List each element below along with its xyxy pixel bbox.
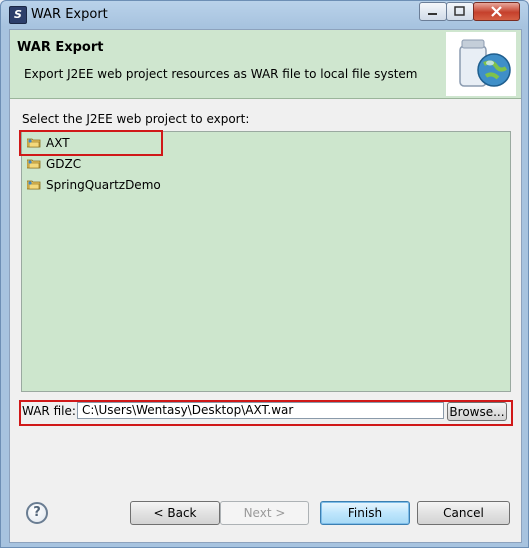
- minimize-icon: [428, 13, 437, 15]
- help-icon[interactable]: ?: [26, 502, 48, 524]
- project-select-label: Select the J2EE web project to export:: [22, 112, 250, 126]
- close-icon: [491, 6, 502, 17]
- banner-title: WAR Export: [17, 40, 104, 55]
- war-export-window: S WAR Export WAR Export Export J2EE web …: [0, 0, 529, 548]
- back-button[interactable]: < Back: [130, 501, 220, 525]
- window-title: WAR Export: [31, 7, 108, 22]
- eclipse-app-icon: S: [9, 6, 27, 24]
- tree-item-label: SpringQuartzDemo: [46, 178, 161, 192]
- next-button[interactable]: Next >: [220, 501, 309, 525]
- close-button[interactable]: [473, 2, 520, 21]
- maximize-icon: [454, 6, 465, 16]
- title-bar[interactable]: S WAR Export: [1, 1, 528, 29]
- cancel-button[interactable]: Cancel: [417, 501, 510, 525]
- dialog-content: WAR Export Export J2EE web project resou…: [9, 29, 522, 543]
- banner-description: Export J2EE web project resources as WAR…: [24, 67, 418, 81]
- finish-button[interactable]: Finish: [320, 501, 410, 525]
- minimize-button[interactable]: [419, 2, 447, 21]
- project-tree[interactable]: AXT GDZC SpringQuartzDemo: [21, 131, 511, 392]
- maximize-button[interactable]: [446, 2, 474, 21]
- project-folder-icon: [27, 159, 41, 169]
- war-jar-globe-icon: [446, 32, 516, 96]
- war-file-highlight-box: [19, 400, 513, 426]
- project-folder-icon: [27, 180, 41, 190]
- tree-item-label: GDZC: [46, 157, 82, 171]
- wizard-banner: WAR Export Export J2EE web project resou…: [10, 30, 521, 99]
- axt-highlight-box: [19, 130, 163, 156]
